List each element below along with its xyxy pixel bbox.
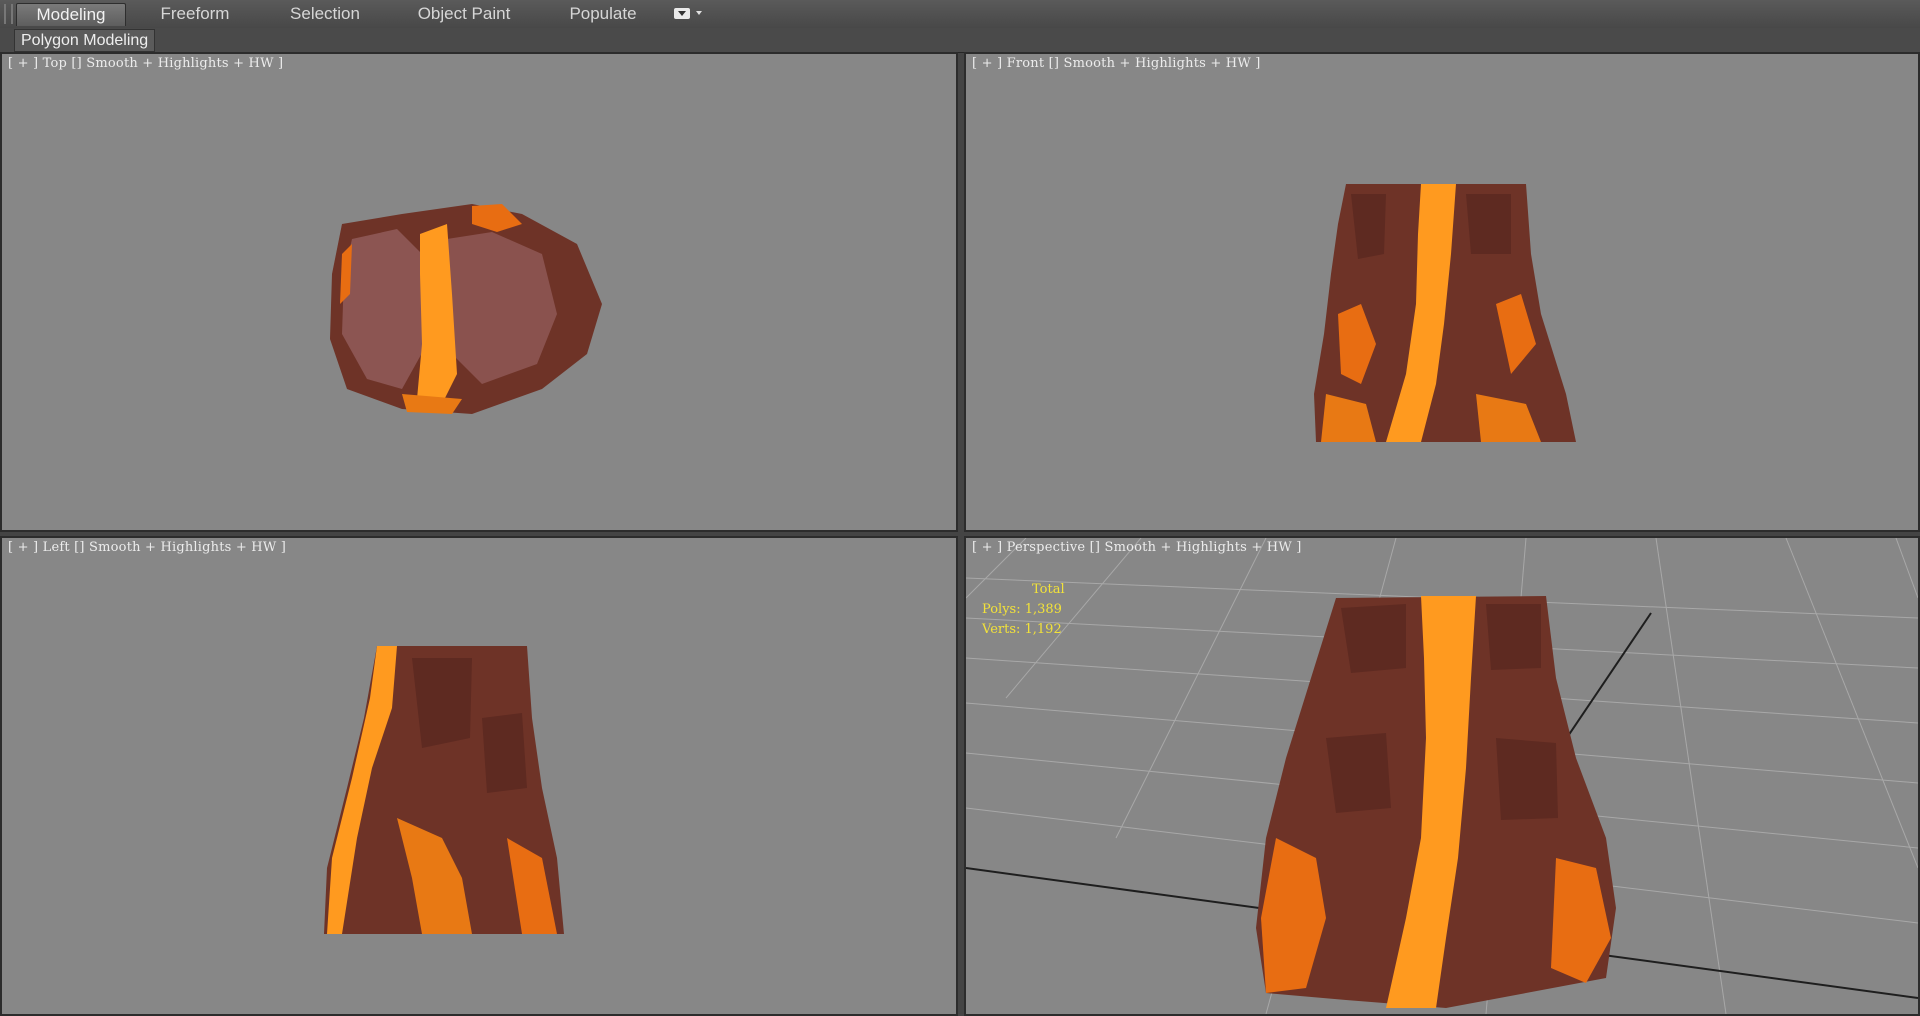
ribbon-tab-bar: Modeling Freeform Selection Object Paint… (0, 0, 1920, 29)
tab-populate[interactable]: Populate (548, 3, 658, 25)
left-view-rock-model (324, 646, 564, 934)
viewport-left[interactable]: [ + ] Left [] Smooth + Highlights + HW ] (0, 536, 958, 1016)
tab-modeling[interactable]: Modeling (16, 3, 126, 26)
top-view-rock-model (330, 204, 602, 414)
stats-polys: Polys: 1,389 (982, 602, 1062, 617)
app-window: Modeling Freeform Selection Object Paint… (0, 0, 1920, 1016)
ribbon-options-box-icon (674, 8, 690, 19)
front-view-rock-model (1314, 184, 1576, 442)
viewport-top[interactable]: [ + ] Top [] Smooth + Highlights + HW ] (0, 52, 958, 532)
viewport-label-perspective[interactable]: [ + ] Perspective [] Smooth + Highlights… (972, 540, 1302, 555)
viewport-front[interactable]: [ + ] Front [] Smooth + Highlights + HW … (964, 52, 1920, 532)
viewport-label-front[interactable]: [ + ] Front [] Smooth + Highlights + HW … (972, 56, 1261, 71)
tab-object-paint[interactable]: Object Paint (400, 3, 528, 25)
scene-statistics-overlay: Total Polys: 1,389 Verts: 1,192 (982, 580, 1065, 640)
stats-total-heading: Total (1032, 582, 1065, 597)
chevron-down-icon (696, 11, 702, 15)
perspective-rock-model (1256, 596, 1616, 1008)
ribbon-grip-handle[interactable] (4, 4, 13, 24)
viewport-label-left[interactable]: [ + ] Left [] Smooth + Highlights + HW ] (8, 540, 286, 555)
viewport-label-top[interactable]: [ + ] Top [] Smooth + Highlights + HW ] (8, 56, 283, 71)
stats-verts: Verts: 1,192 (982, 622, 1062, 637)
tab-freeform[interactable]: Freeform (140, 3, 250, 25)
ribbon-panel-bar: Polygon Modeling (0, 28, 1920, 53)
ribbon-display-options-icon[interactable] (672, 7, 706, 21)
viewport-perspective[interactable]: [ + ] Perspective [] Smooth + Highlights… (964, 536, 1920, 1016)
polygon-modeling-panel-button[interactable]: Polygon Modeling (14, 29, 156, 52)
tab-selection[interactable]: Selection (270, 3, 380, 25)
perspective-grid (966, 538, 1918, 1014)
